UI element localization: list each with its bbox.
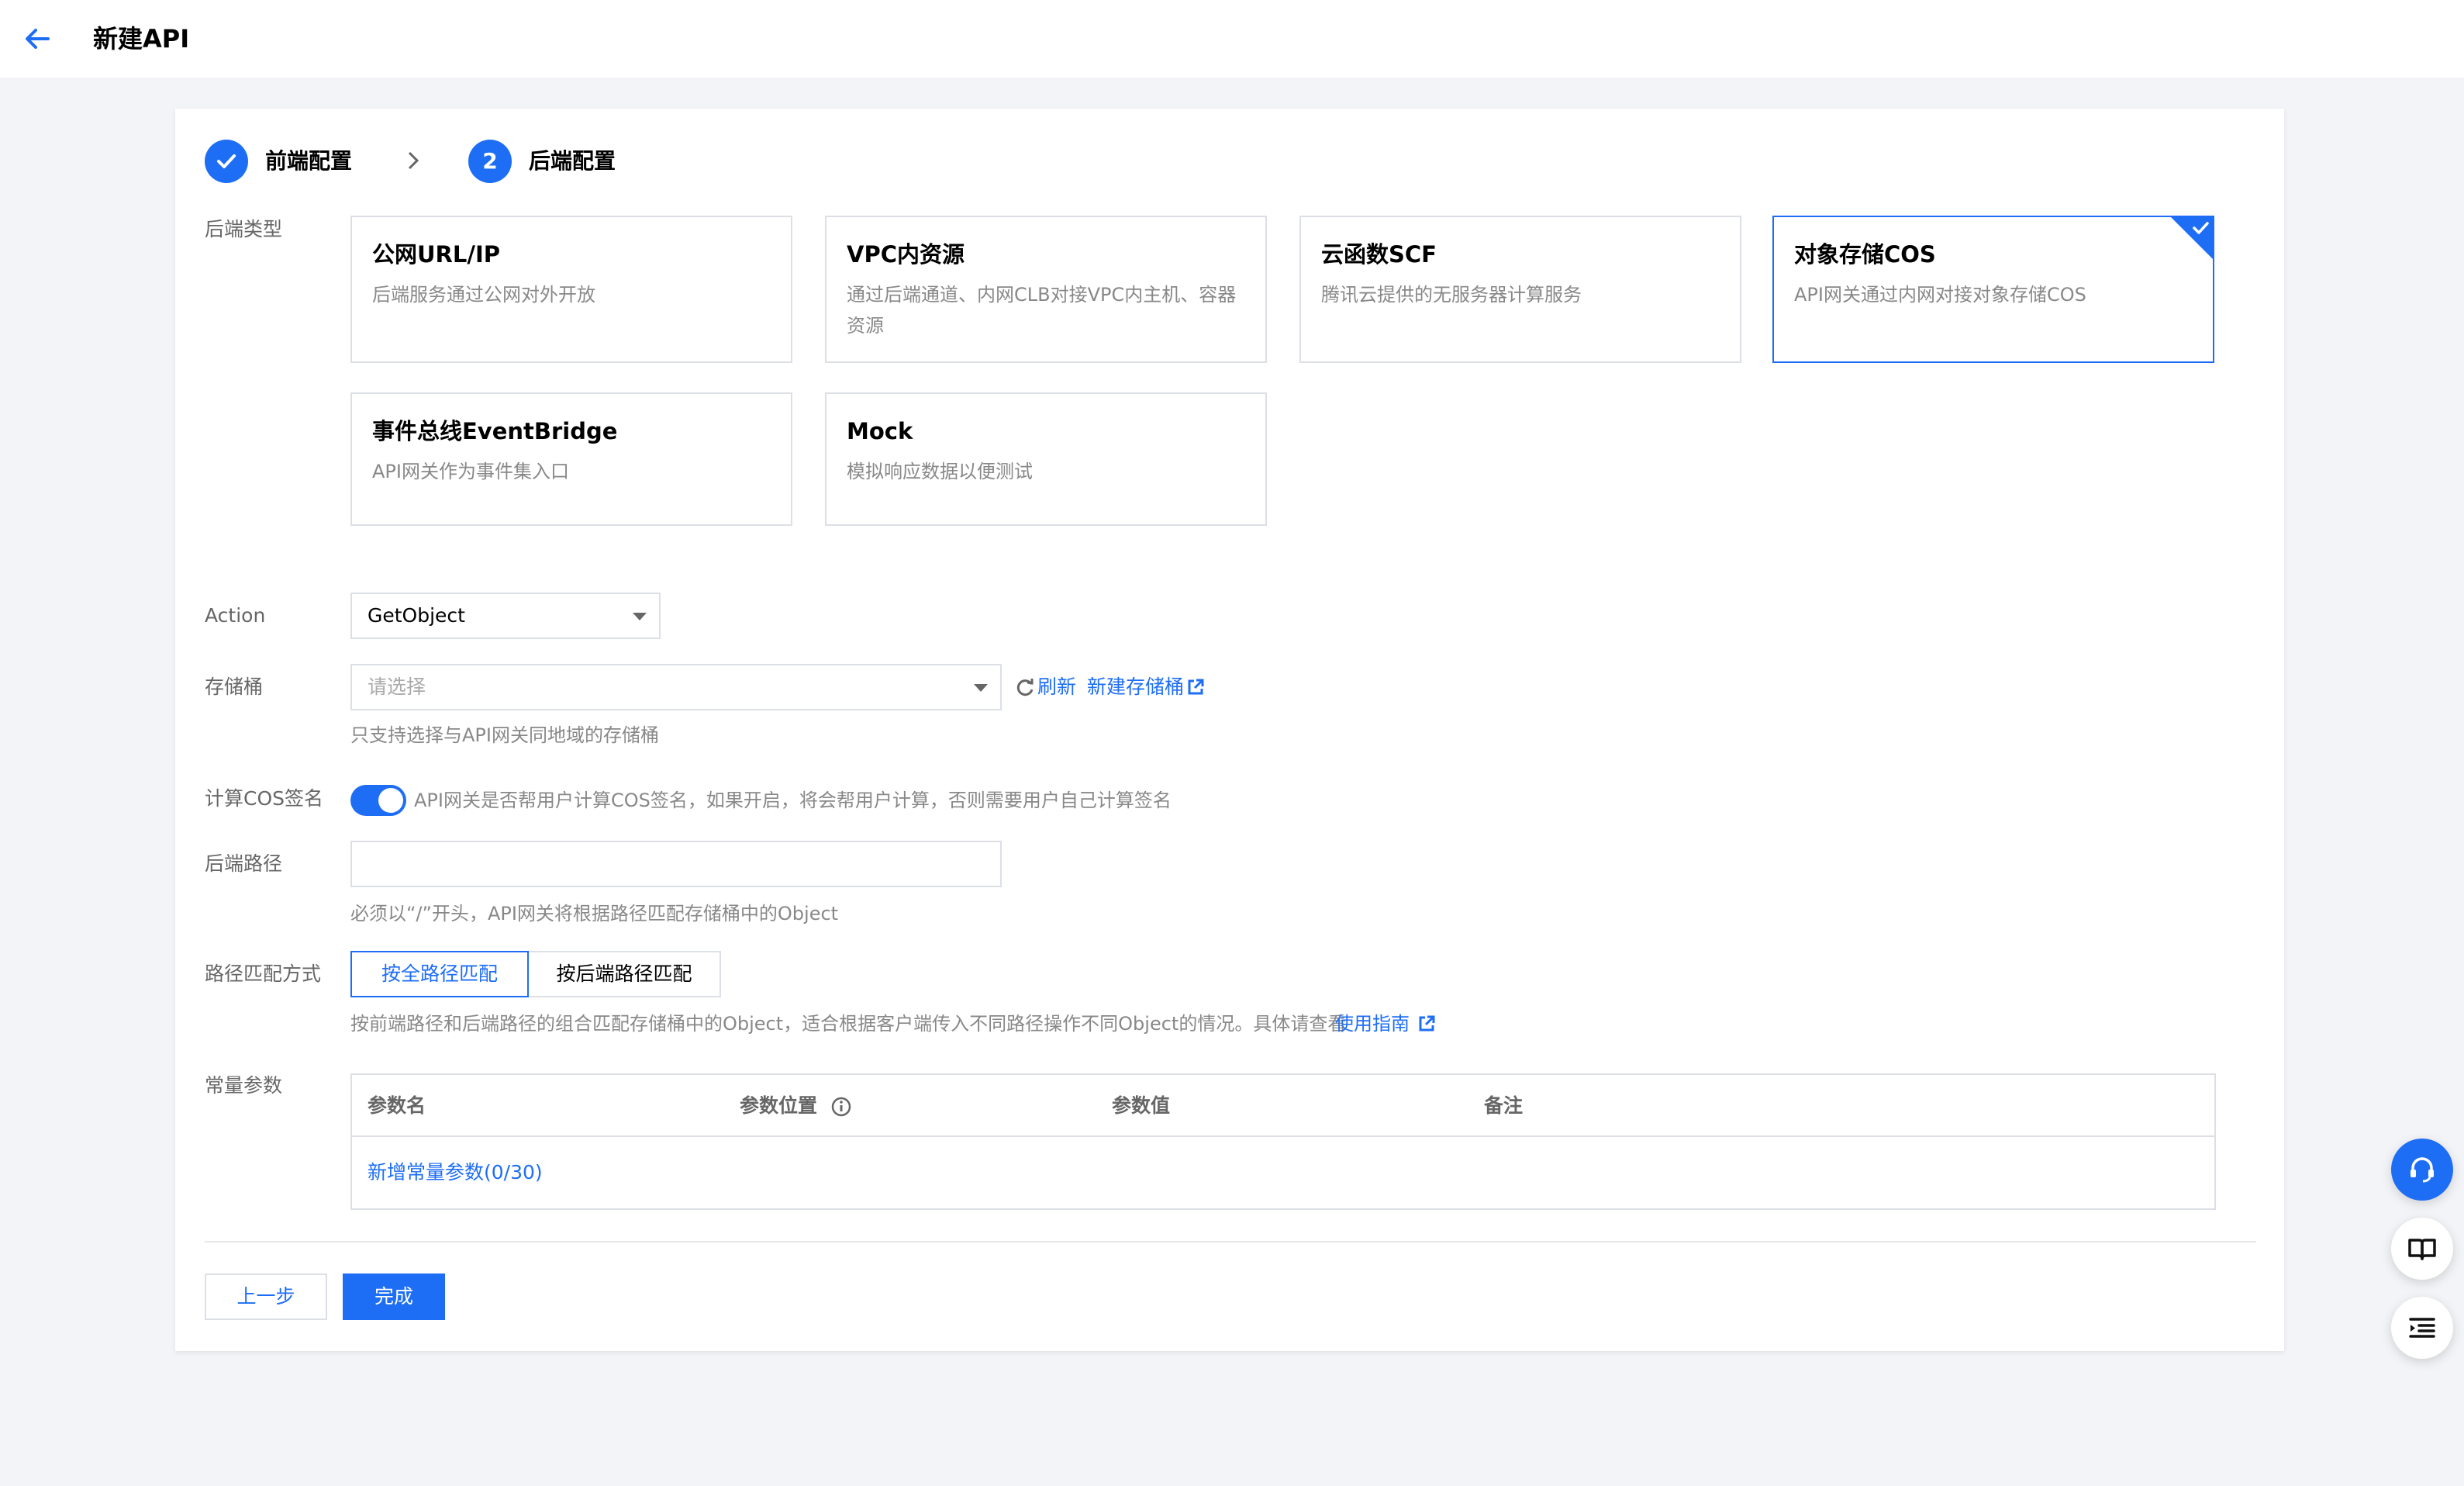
list-icon: [2409, 1318, 2435, 1338]
column-header-text: 参数位置: [740, 1094, 818, 1117]
toggle-knob: [378, 788, 403, 813]
backend-option-cos[interactable]: 对象存储COS API网关通过内网对接对象存储COS: [1772, 216, 2214, 363]
action-select[interactable]: GetObject: [350, 593, 661, 639]
action-value: GetObject: [368, 604, 465, 627]
step-number: 2: [468, 140, 512, 183]
option-desc: 后端服务通过公网对外开放: [372, 284, 595, 306]
step-label-frontend: 前端配置: [265, 148, 353, 174]
option-title: 事件总线EventBridge: [372, 418, 618, 444]
path-match-label: 路径匹配方式: [205, 962, 322, 985]
option-desc: API网关作为事件集入口: [372, 461, 569, 482]
backend-option-public-url[interactable]: 公网URL/IP 后端服务通过公网对外开放: [350, 216, 792, 363]
backend-option-eventbridge[interactable]: 事件总线EventBridge API网关作为事件集入口: [350, 392, 792, 526]
done-button[interactable]: 完成: [343, 1273, 445, 1320]
column-header: 参数名: [368, 1094, 426, 1117]
column-header: 参数值: [1112, 1094, 1171, 1117]
refresh-icon[interactable]: [1014, 676, 1036, 698]
option-title: VPC内资源: [847, 241, 965, 268]
refresh-link[interactable]: 刷新: [1037, 673, 1076, 701]
backend-path-hint: 必须以“/”开头，API网关将根据路径匹配存储桶中的Object: [350, 903, 839, 924]
external-link-icon[interactable]: [1417, 1014, 1436, 1033]
column-header: 备注: [1484, 1094, 1524, 1117]
step-label-backend: 后端配置: [529, 148, 616, 174]
path-match-hint: 按前端路径和后端路径的组合匹配存储桶中的Object，适合根据客户端传入不同路径…: [350, 1013, 1347, 1035]
top-bar: 新建API: [0, 0, 2464, 78]
bucket-label: 存储桶: [205, 676, 264, 698]
option-desc: 模拟响应数据以便测试: [847, 461, 1033, 482]
backend-path-label: 后端路径: [205, 852, 283, 875]
back-arrow-icon[interactable]: [20, 22, 54, 56]
add-const-param-link[interactable]: 新增常量参数(0/30): [368, 1159, 543, 1187]
cos-sign-label: 计算COS签名: [205, 787, 324, 810]
match-backend-path-option[interactable]: 按后端路径匹配: [527, 951, 721, 997]
customer-service-button[interactable]: [2391, 1139, 2453, 1201]
chevron-right-icon: [408, 151, 419, 170]
outline-button[interactable]: [2391, 1297, 2453, 1359]
option-title: 对象存储COS: [1794, 241, 1936, 268]
option-title: Mock: [847, 418, 913, 444]
column-header: 参数位置: [740, 1092, 852, 1120]
external-link-icon[interactable]: [1186, 678, 1205, 696]
option-desc: API网关通过内网对接对象存储COS: [1794, 284, 2086, 306]
guide-link[interactable]: 使用指南: [1335, 1010, 1410, 1038]
option-desc: 通过后端通道、内网CLB对接VPC内主机、容器资源: [847, 284, 1237, 337]
match-full-path-option[interactable]: 按全路径匹配: [350, 951, 529, 997]
bucket-hint: 只支持选择与API网关同地域的存储桶: [350, 724, 659, 746]
const-params-table: 参数名 参数位置 参数值 备注 新增常量参数(0/30): [350, 1073, 2216, 1210]
action-label: Action: [205, 604, 266, 627]
bucket-placeholder: 请选择: [368, 676, 426, 698]
check-icon: [217, 154, 236, 168]
const-params-label: 常量参数: [205, 1074, 283, 1097]
cos-sign-desc: API网关是否帮用户计算COS签名，如果开启，将会帮用户计算，否则需要用户自己计…: [414, 790, 1172, 811]
headset-icon: [2411, 1157, 2434, 1183]
info-icon[interactable]: [830, 1096, 852, 1118]
option-title: 公网URL/IP: [372, 241, 500, 268]
footer-divider: [205, 1241, 2256, 1242]
backend-type-label: 后端类型: [205, 218, 283, 240]
step-done-indicator: [205, 140, 248, 183]
prev-step-button[interactable]: 上一步: [205, 1273, 327, 1320]
backend-option-vpc[interactable]: VPC内资源 通过后端通道、内网CLB对接VPC内主机、容器资源: [825, 216, 1267, 363]
book-icon: [2408, 1239, 2436, 1260]
create-bucket-link[interactable]: 新建存储桶: [1087, 673, 1184, 701]
option-title: 云函数SCF: [1321, 241, 1437, 268]
page-title: 新建API: [93, 24, 190, 54]
option-desc: 腾讯云提供的无服务器计算服务: [1321, 284, 1582, 306]
cos-sign-toggle[interactable]: [350, 785, 406, 816]
caret-down-icon: [633, 613, 647, 620]
table-header: 参数名 参数位置 参数值 备注: [352, 1075, 2214, 1137]
caret-down-icon: [974, 684, 988, 692]
selected-corner-check-icon: [2169, 216, 2214, 261]
backend-option-scf[interactable]: 云函数SCF 腾讯云提供的无服务器计算服务: [1299, 216, 1741, 363]
docs-button[interactable]: [2391, 1218, 2453, 1280]
backend-path-input[interactable]: [350, 841, 1002, 887]
backend-option-mock[interactable]: Mock 模拟响应数据以便测试: [825, 392, 1267, 526]
bucket-select[interactable]: 请选择: [350, 664, 1002, 710]
